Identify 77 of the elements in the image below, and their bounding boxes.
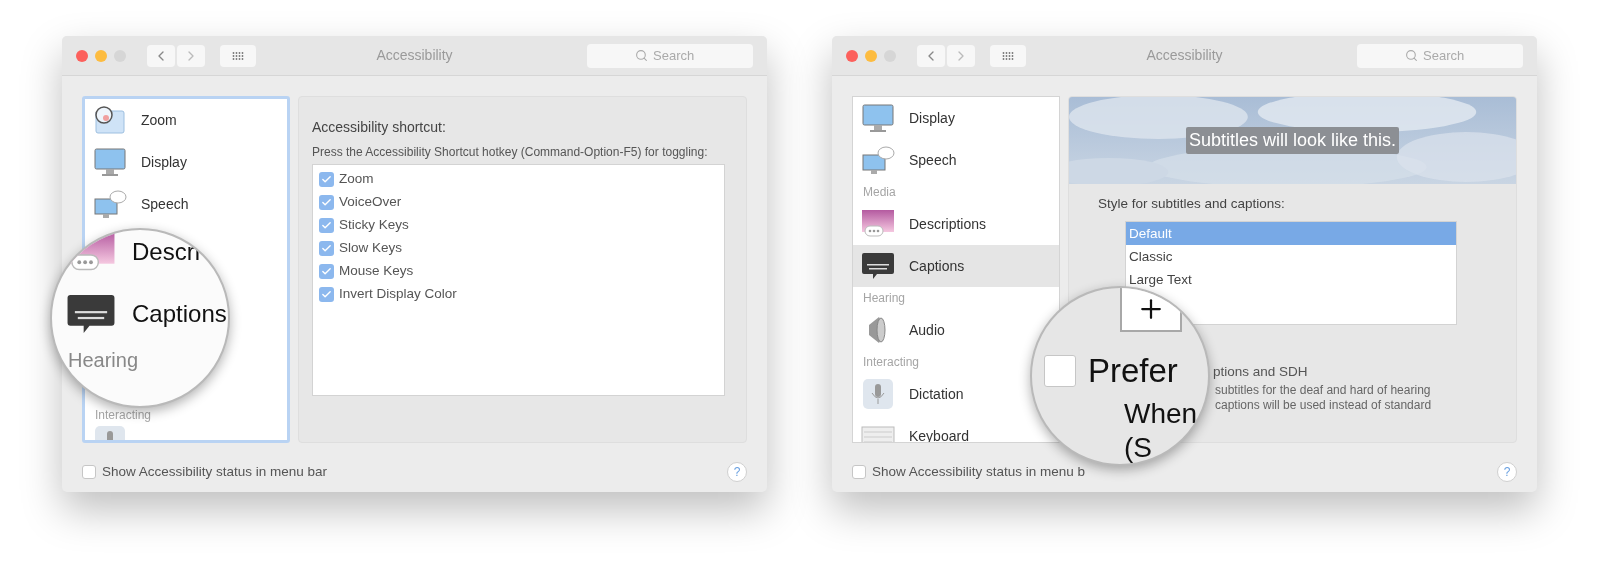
sidebar-item[interactable]: Descriptions — [853, 203, 995, 245]
section-description: Press the Accessibility Shortcut hotkey (Command-Option-F5) for toggling: — [312, 144, 709, 160]
check-icon — [321, 174, 332, 185]
checkbox[interactable] — [319, 287, 334, 302]
subtitle-preview: Subtitles will look like this. — [1185, 127, 1400, 154]
checkbox-label: ptions and SDH — [1213, 363, 1309, 382]
monitor-icon — [861, 103, 895, 133]
microphone-icon — [861, 379, 895, 409]
checkbox-label: Show Accessibility status in menu b — [872, 464, 1086, 480]
search-icon — [635, 49, 648, 63]
check-icon — [321, 266, 332, 277]
back-button[interactable] — [917, 44, 945, 67]
minimize-icon[interactable] — [865, 49, 877, 62]
grid-icon — [1002, 51, 1014, 60]
checkbox[interactable] — [319, 172, 334, 187]
checkbox[interactable] — [319, 218, 334, 233]
description-text: (S — [1124, 434, 1152, 462]
check-icon — [321, 289, 332, 300]
sidebar-item[interactable]: Speech — [85, 183, 197, 225]
checkbox[interactable] — [852, 465, 866, 479]
search-icon — [1405, 49, 1418, 63]
checkbox[interactable] — [319, 195, 334, 210]
grid-icon — [232, 51, 244, 60]
sidebar-section-header: Media — [862, 184, 897, 201]
sidebar-item[interactable]: Display — [853, 97, 963, 139]
sidebar-section-header: Interacting — [862, 354, 921, 371]
search-field[interactable]: Search — [1357, 43, 1523, 68]
close-icon[interactable] — [846, 49, 858, 62]
list-item[interactable]: Classic — [1126, 245, 1456, 269]
magnifier-window-icon — [93, 105, 127, 135]
check-icon — [321, 243, 332, 254]
sidebar-section-header: Interacting — [94, 407, 153, 424]
window-title: Accessibility — [1146, 46, 1223, 65]
monitor-icon — [93, 147, 127, 177]
forward-button[interactable] — [947, 44, 975, 67]
checkbox-label: Invert Display Color — [339, 285, 457, 304]
sidebar-item[interactable]: Dictation — [853, 373, 972, 415]
sidebar-item[interactable]: Captions — [853, 245, 1059, 287]
sidebar-section-header: Hearing — [862, 290, 907, 307]
screen-speech-bubble-icon — [861, 209, 895, 239]
sidebar-item[interactable]: Display — [85, 141, 195, 183]
checkbox[interactable] — [319, 241, 334, 256]
search-field[interactable]: Search — [587, 43, 753, 68]
close-icon[interactable] — [76, 49, 88, 62]
sidebar-item[interactable]: Speech — [853, 139, 965, 181]
check-icon — [321, 197, 332, 208]
forward-button[interactable] — [177, 44, 205, 67]
show-all-button[interactable] — [990, 44, 1026, 67]
sidebar-item-label: Captions — [132, 302, 227, 326]
monitor-speech-bubble-icon — [861, 145, 895, 175]
show-all-button[interactable] — [220, 44, 256, 67]
minimize-icon[interactable] — [95, 49, 107, 62]
checkbox-label: Prefer — [1088, 354, 1178, 387]
section-heading: Style for subtitles and captions: — [1098, 195, 1286, 213]
description-text: When — [1124, 400, 1198, 428]
sidebar-section-header: Hearing — [68, 350, 139, 370]
description-line: subtitles for the deaf and hard of hearing — [1215, 382, 1432, 398]
checkbox-label: Sticky Keys — [339, 216, 409, 235]
window-title: Accessibility — [376, 46, 453, 65]
monitor-speech-bubble-icon — [93, 189, 127, 219]
checkbox-label: Slow Keys — [339, 239, 403, 258]
sidebar-item[interactable]: Zoom — [85, 99, 185, 141]
checkbox-label: Zoom — [339, 170, 374, 189]
caption-bubble-icon — [861, 251, 895, 281]
checkbox-label: Show Accessibility status in menu bar — [102, 464, 328, 480]
checkbox[interactable] — [1044, 354, 1076, 387]
list-item[interactable]: Large Text — [1126, 268, 1456, 292]
description-line: captions will be used instead of standard — [1215, 397, 1433, 413]
checkbox-label: VoiceOver — [339, 193, 402, 212]
section-heading: Accessibility shortcut: — [312, 118, 447, 137]
back-button[interactable] — [147, 44, 175, 67]
checkbox[interactable] — [82, 465, 96, 479]
sidebar-item[interactable]: Audio — [853, 309, 953, 351]
checkbox[interactable] — [319, 264, 334, 279]
sidebar-item-label: Descri — [132, 240, 200, 264]
checkbox-label: Mouse Keys — [339, 262, 414, 281]
check-icon — [321, 220, 332, 231]
